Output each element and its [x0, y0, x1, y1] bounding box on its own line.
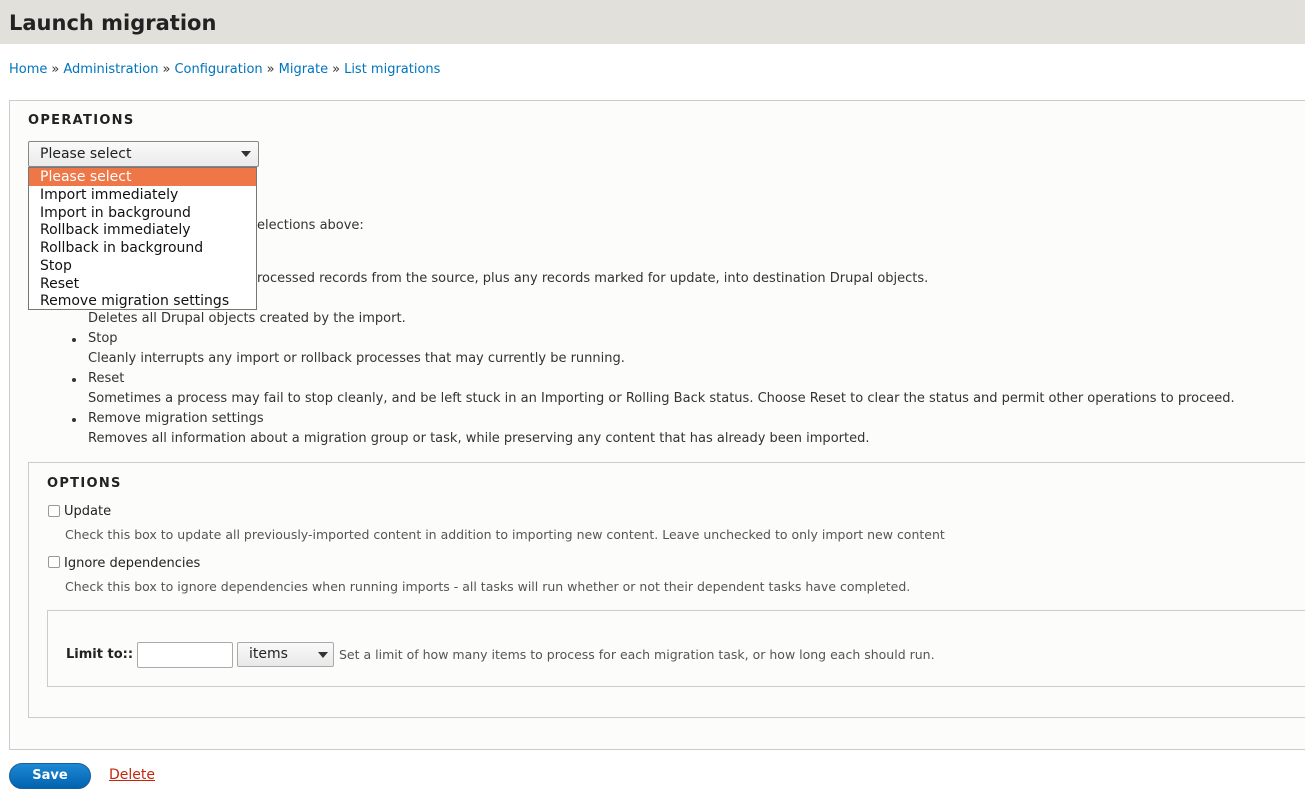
bullet-icon: [72, 378, 76, 382]
update-help-text: Check this box to update all previously-…: [65, 527, 945, 542]
operations-intro-text: elections above:: [257, 218, 364, 233]
operations-legend: OPERATIONS: [28, 113, 135, 128]
breadcrumb: Home» Administration» Configuration» Migrat…: [9, 62, 440, 78]
bullet-icon: [72, 418, 76, 422]
breadcrumb-separator: »: [51, 62, 60, 77]
update-label[interactable]: Update: [64, 504, 111, 520]
operations-select[interactable]: Please select: [28, 141, 259, 167]
breadcrumb-configuration[interactable]: Configuration: [174, 62, 262, 77]
breadcrumb-migrate[interactable]: Migrate: [279, 62, 329, 77]
dropdown-option[interactable]: Reset: [29, 275, 256, 293]
operations-select-value: Please select: [40, 146, 132, 162]
dropdown-option[interactable]: Rollback in background: [29, 239, 256, 257]
chevron-down-icon: [318, 652, 328, 658]
operation-name: Reset: [88, 371, 125, 386]
import-description: rocessed records from the source, plus a…: [257, 271, 929, 286]
limit-input[interactable]: [137, 642, 233, 668]
ignore-dependencies-label[interactable]: Ignore dependencies: [64, 556, 200, 572]
save-button[interactable]: Save: [9, 763, 91, 789]
options-fieldset: OPTIONS Update Check this box to update …: [28, 462, 1305, 718]
dropdown-option[interactable]: Rollback immediately: [29, 221, 256, 239]
limit-fieldset: Limit to:: items Set a limit of how many…: [47, 610, 1305, 687]
limit-unit-select[interactable]: items: [237, 642, 334, 667]
options-legend: OPTIONS: [47, 476, 122, 491]
page-header: Launch migration: [0, 0, 1305, 44]
delete-link[interactable]: Delete: [109, 767, 155, 783]
rollback-description: Deletes all Drupal objects created by th…: [88, 311, 406, 326]
operation-description: Removes all information about a migratio…: [88, 431, 870, 446]
operation-description: Sometimes a process may fail to stop cle…: [88, 391, 1235, 406]
breadcrumb-separator: »: [332, 62, 341, 77]
operation-name: Remove migration settings: [88, 411, 264, 426]
breadcrumb-home[interactable]: Home: [9, 62, 47, 77]
breadcrumb-administration[interactable]: Administration: [63, 62, 158, 77]
limit-unit-value: items: [249, 646, 288, 662]
dropdown-option[interactable]: Import immediately: [29, 186, 256, 204]
ignore-dependencies-checkbox[interactable]: [48, 556, 60, 568]
breadcrumb-list-migrations[interactable]: List migrations: [344, 62, 440, 77]
ignore-dependencies-help-text: Check this box to ignore dependencies wh…: [65, 579, 911, 594]
dropdown-option[interactable]: Import in background: [29, 204, 256, 222]
bullet-icon: [72, 338, 76, 342]
dropdown-option[interactable]: Remove migration settings: [29, 292, 256, 310]
update-checkbox[interactable]: [48, 505, 60, 517]
dropdown-option[interactable]: Stop: [29, 257, 256, 275]
dropdown-option[interactable]: Please select: [29, 168, 256, 186]
limit-help-text: Set a limit of how many items to process…: [339, 647, 935, 662]
breadcrumb-separator: »: [162, 62, 171, 77]
limit-label: Limit to::: [66, 647, 134, 662]
breadcrumb-separator: »: [266, 62, 275, 77]
operation-description: Cleanly interrupts any import or rollbac…: [88, 351, 625, 366]
operations-dropdown-list: Please select Import immediately Import …: [28, 167, 257, 310]
chevron-down-icon: [241, 151, 251, 157]
page-title: Launch migration: [9, 11, 217, 35]
operation-name: Stop: [88, 331, 118, 346]
